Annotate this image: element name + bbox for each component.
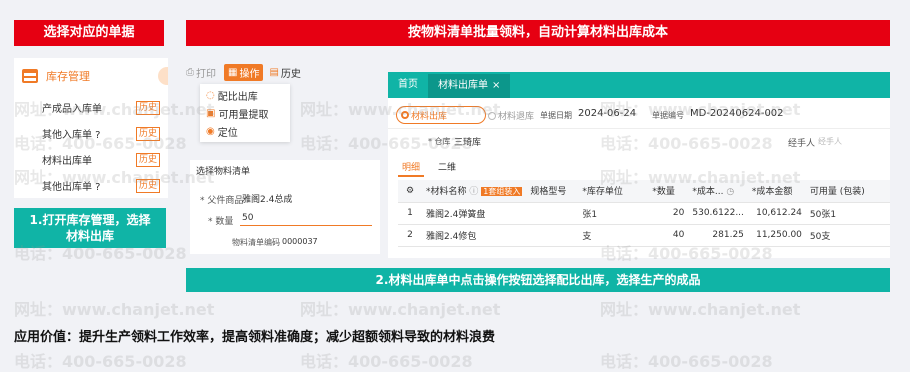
col-spec: 规格型号: [526, 180, 579, 203]
watermark: 电话：400-665-0028: [300, 352, 473, 371]
tab-home[interactable]: 首页: [388, 72, 428, 98]
history-button[interactable]: 历史: [135, 100, 160, 115]
watermark: 网址：www.chanjet.net: [14, 300, 215, 319]
menu-title: 库存管理: [46, 70, 90, 83]
col-material-name: *材料名称 ⓘ 1套组装入: [422, 180, 527, 203]
history-button[interactable]: 历史: [135, 152, 160, 167]
parent-label: * 父件商品: [200, 196, 244, 206]
table-row[interactable]: 2 雅阁2.4修包 支 40 281.25 11,250.00 50支: [398, 224, 890, 247]
settings-column[interactable]: ⚙: [398, 180, 422, 203]
col-unit: *库存单位: [578, 180, 649, 203]
warehouse-value[interactable]: 三琦库: [454, 135, 481, 148]
subtab-2d[interactable]: 二维: [438, 160, 456, 177]
handler-input[interactable]: 经手人: [818, 136, 842, 147]
grid-icon: ▦: [228, 66, 238, 78]
menu-item-other-out[interactable]: 其他出库单 ? 历史: [42, 178, 160, 193]
inventory-menu-panel: 库存管理 产成品入库单 历史 其他入库单 ? 历史 材料出库单 历史 其他出库单…: [14, 58, 168, 198]
watermark: 电话：400-665-0028: [600, 352, 773, 371]
bom-title: 选择物料清单: [196, 167, 251, 177]
qty-input[interactable]: 50: [240, 210, 372, 226]
warehouse-label: * 仓库: [428, 137, 451, 146]
tab-close-icon[interactable]: ×: [492, 74, 500, 98]
menu-item-ratio-out[interactable]: ◌ 配比出库: [206, 88, 258, 103]
left-banner: 选择对应的单据: [14, 20, 164, 46]
operate-button[interactable]: ▦ 操作: [224, 63, 264, 81]
detail-table: ⚙ *材料名称 ⓘ 1套组装入 规格型号 *库存单位 *数量 *成本... ◷ …: [398, 180, 890, 247]
code-value: 0000037: [282, 237, 318, 246]
watermark: 网址：www.chanjet.net: [300, 300, 501, 319]
menu-item-available-extract[interactable]: ▣ 可用量提取: [206, 106, 268, 121]
tab-bar: 首页 材料出库单 ×: [388, 72, 890, 98]
menu-badge: [158, 67, 168, 85]
toolbar: ⎙ 打印 ▦ 操作 ▤ 历史: [186, 62, 306, 82]
col-available: 可用量 (包装): [805, 180, 890, 203]
inventory-icon: [22, 69, 38, 83]
bom-panel: 选择物料清单 * 父件商品 雅阁2.4总成 * 数量 50 物料清单编码 000…: [190, 160, 380, 254]
material-out-form: 首页 材料出库单 × 材料出库 材料退库 单据日期 2024-06-24 单据编…: [388, 72, 890, 258]
radio-checked-icon: [401, 111, 409, 119]
subtab-detail[interactable]: 明细: [398, 160, 425, 177]
step2-caption: 2.材料出库单中点击操作按钮选择配比出库，选择生产的成品: [186, 268, 890, 292]
radio-material-out[interactable]: 材料出库: [397, 109, 447, 122]
subtab-bar: 明细 二维: [398, 160, 456, 177]
watermark: 网址：www.chanjet.net: [600, 300, 801, 319]
watermark: 电话：400-665-0028: [14, 352, 187, 371]
menu-item-other-in[interactable]: 其他入库单 ? 历史: [42, 126, 160, 141]
col-qty: *数量: [648, 180, 689, 203]
col-cost-amount: *成本金额: [747, 180, 806, 203]
step1-caption: 1.打开库存管理，选择材料出库: [14, 208, 166, 248]
type-radio-group: 材料出库: [396, 106, 486, 124]
gear-icon[interactable]: ⚙: [406, 186, 414, 196]
radio-material-return[interactable]: 材料退库: [488, 109, 534, 122]
col-unit-cost: *成本... ◷: [688, 180, 748, 203]
value-statement: 应用价值：提升生产领料工作效率，提高领料准确度；减少超额领料导致的材料浪费: [14, 330, 496, 345]
qty-label: * 数量: [208, 217, 234, 227]
print-button[interactable]: 打印: [196, 65, 216, 80]
extract-icon: ▣: [206, 108, 216, 119]
operate-dropdown: ◌ 配比出库 ▣ 可用量提取 ◉ 定位: [200, 84, 290, 142]
table-header: ⚙ *材料名称 ⓘ 1套组装入 规格型号 *库存单位 *数量 *成本... ◷ …: [398, 180, 890, 203]
divider: [388, 128, 890, 129]
radio-unchecked-icon: [488, 111, 496, 120]
table-row[interactable]: 1 雅阁2.4弹簧盘 张1 20 530.6122... 10,612.24 5…: [398, 202, 890, 225]
history-button[interactable]: 历史: [135, 178, 160, 193]
top-banner: 按物料清单批量领料，自动计算材料出库成本: [186, 20, 890, 46]
parent-value[interactable]: 雅阁2.4总成: [242, 192, 292, 205]
menu-item-locate[interactable]: ◉ 定位: [206, 124, 238, 139]
bill-no-label: 单据编号: [652, 111, 684, 120]
handler-label: 经手人: [788, 139, 816, 149]
history-button[interactable]: 历史: [135, 126, 160, 141]
date-label: 单据日期: [540, 111, 572, 120]
ratio-icon: ◌: [206, 90, 215, 101]
info-icon: ⓘ: [469, 187, 479, 198]
tab-material-out[interactable]: 材料出库单 ×: [428, 74, 511, 98]
code-label: 物料清单编码: [232, 238, 280, 247]
locate-icon: ◉: [206, 126, 215, 137]
kit-badge[interactable]: 1套组装入: [481, 187, 523, 197]
inventory-menu-header[interactable]: 库存管理: [22, 64, 168, 88]
date-value[interactable]: 2024-06-24: [578, 108, 636, 119]
history-icon: ▤: [269, 66, 279, 78]
bill-no-value[interactable]: MD-20240624-002: [690, 108, 784, 119]
history-link[interactable]: 历史: [281, 65, 301, 80]
print-icon: ⎙: [186, 66, 194, 78]
sort-icon[interactable]: ◷: [723, 187, 734, 197]
menu-item-product-in[interactable]: 产成品入库单 历史: [42, 100, 160, 115]
menu-item-material-out[interactable]: 材料出库单 历史: [42, 152, 160, 167]
